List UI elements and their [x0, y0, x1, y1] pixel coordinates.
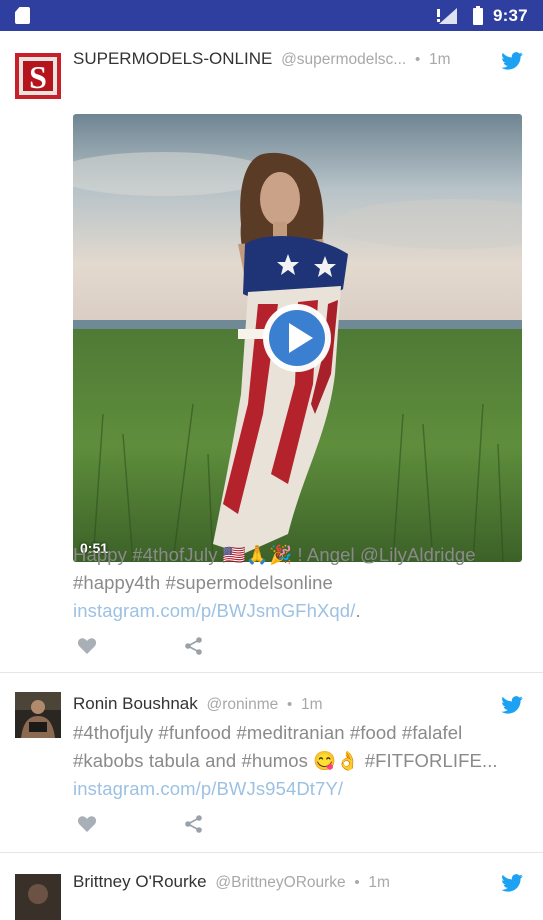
tweet-text-end: . — [355, 600, 361, 621]
twitter-bird-icon — [501, 874, 523, 892]
svg-text:S: S — [29, 59, 47, 95]
tweet-text: Happy #4thofJuly 🇺🇸🙏🎉 ! Angel @LilyAldri… — [73, 541, 533, 625]
tweet-link[interactable]: instagram.com/p/BWJs954Dt7Y/ — [73, 778, 343, 799]
heart-icon[interactable] — [77, 814, 97, 834]
tweet-header: Ronin Boushnak @roninme • 1m — [73, 694, 543, 716]
author-name[interactable]: SUPERMODELS-ONLINE — [73, 49, 272, 68]
twitter-bird-icon — [501, 52, 523, 70]
separator-dot: • — [414, 51, 421, 68]
tweet-body: Happy #4thofJuly 🇺🇸🙏🎉 ! Angel @LilyAldri… — [73, 544, 476, 593]
separator-dot: • — [354, 874, 360, 891]
signal-icon — [437, 8, 457, 24]
share-icon[interactable] — [184, 814, 204, 834]
tweet-card[interactable]: S SUPERMODELS-ONLINE @supermodelsc... • … — [0, 31, 543, 673]
tweet-body: #4thofjuly #funfood #meditranian #food #… — [73, 722, 498, 771]
author-handle[interactable]: @roninme — [207, 696, 279, 713]
share-icon[interactable] — [184, 636, 204, 656]
heart-icon[interactable] — [77, 636, 97, 656]
play-icon[interactable] — [261, 302, 333, 374]
author-name[interactable]: Ronin Boushnak — [73, 694, 198, 713]
tweet-header: Brittney O'Rourke @BrittneyORourke • 1m — [73, 872, 543, 894]
battery-icon — [473, 6, 483, 25]
tweet-card[interactable]: Brittney O'Rourke @BrittneyORourke • 1m — [0, 852, 543, 920]
author-handle[interactable]: @supermodelsc... — [281, 51, 406, 68]
clock: 9:37 — [493, 6, 528, 25]
status-bar: 9:37 — [0, 0, 543, 31]
tweet-text: #4thofjuly #funfood #meditranian #food #… — [73, 719, 533, 803]
timestamp: 1m — [368, 874, 390, 891]
timestamp: 1m — [428, 51, 451, 68]
tweet-card[interactable]: Ronin Boushnak @roninme • 1m #4thofjuly … — [0, 672, 543, 853]
tweet-header: SUPERMODELS-ONLINE @supermodelsc... • 1m — [73, 49, 543, 71]
author-handle[interactable]: @BrittneyORourke — [215, 874, 345, 891]
video-thumbnail[interactable]: 0:51 — [73, 114, 522, 562]
avatar[interactable] — [15, 874, 61, 920]
avatar[interactable]: S — [15, 53, 61, 99]
author-name[interactable]: Brittney O'Rourke — [73, 872, 207, 891]
tweet-link[interactable]: instagram.com/p/BWJsmGFhXqd/ — [73, 600, 355, 621]
avatar[interactable] — [15, 692, 61, 738]
timestamp: 1m — [300, 696, 323, 713]
separator-dot: • — [286, 696, 293, 713]
sd-card-icon — [15, 7, 30, 24]
twitter-bird-icon — [501, 696, 523, 714]
